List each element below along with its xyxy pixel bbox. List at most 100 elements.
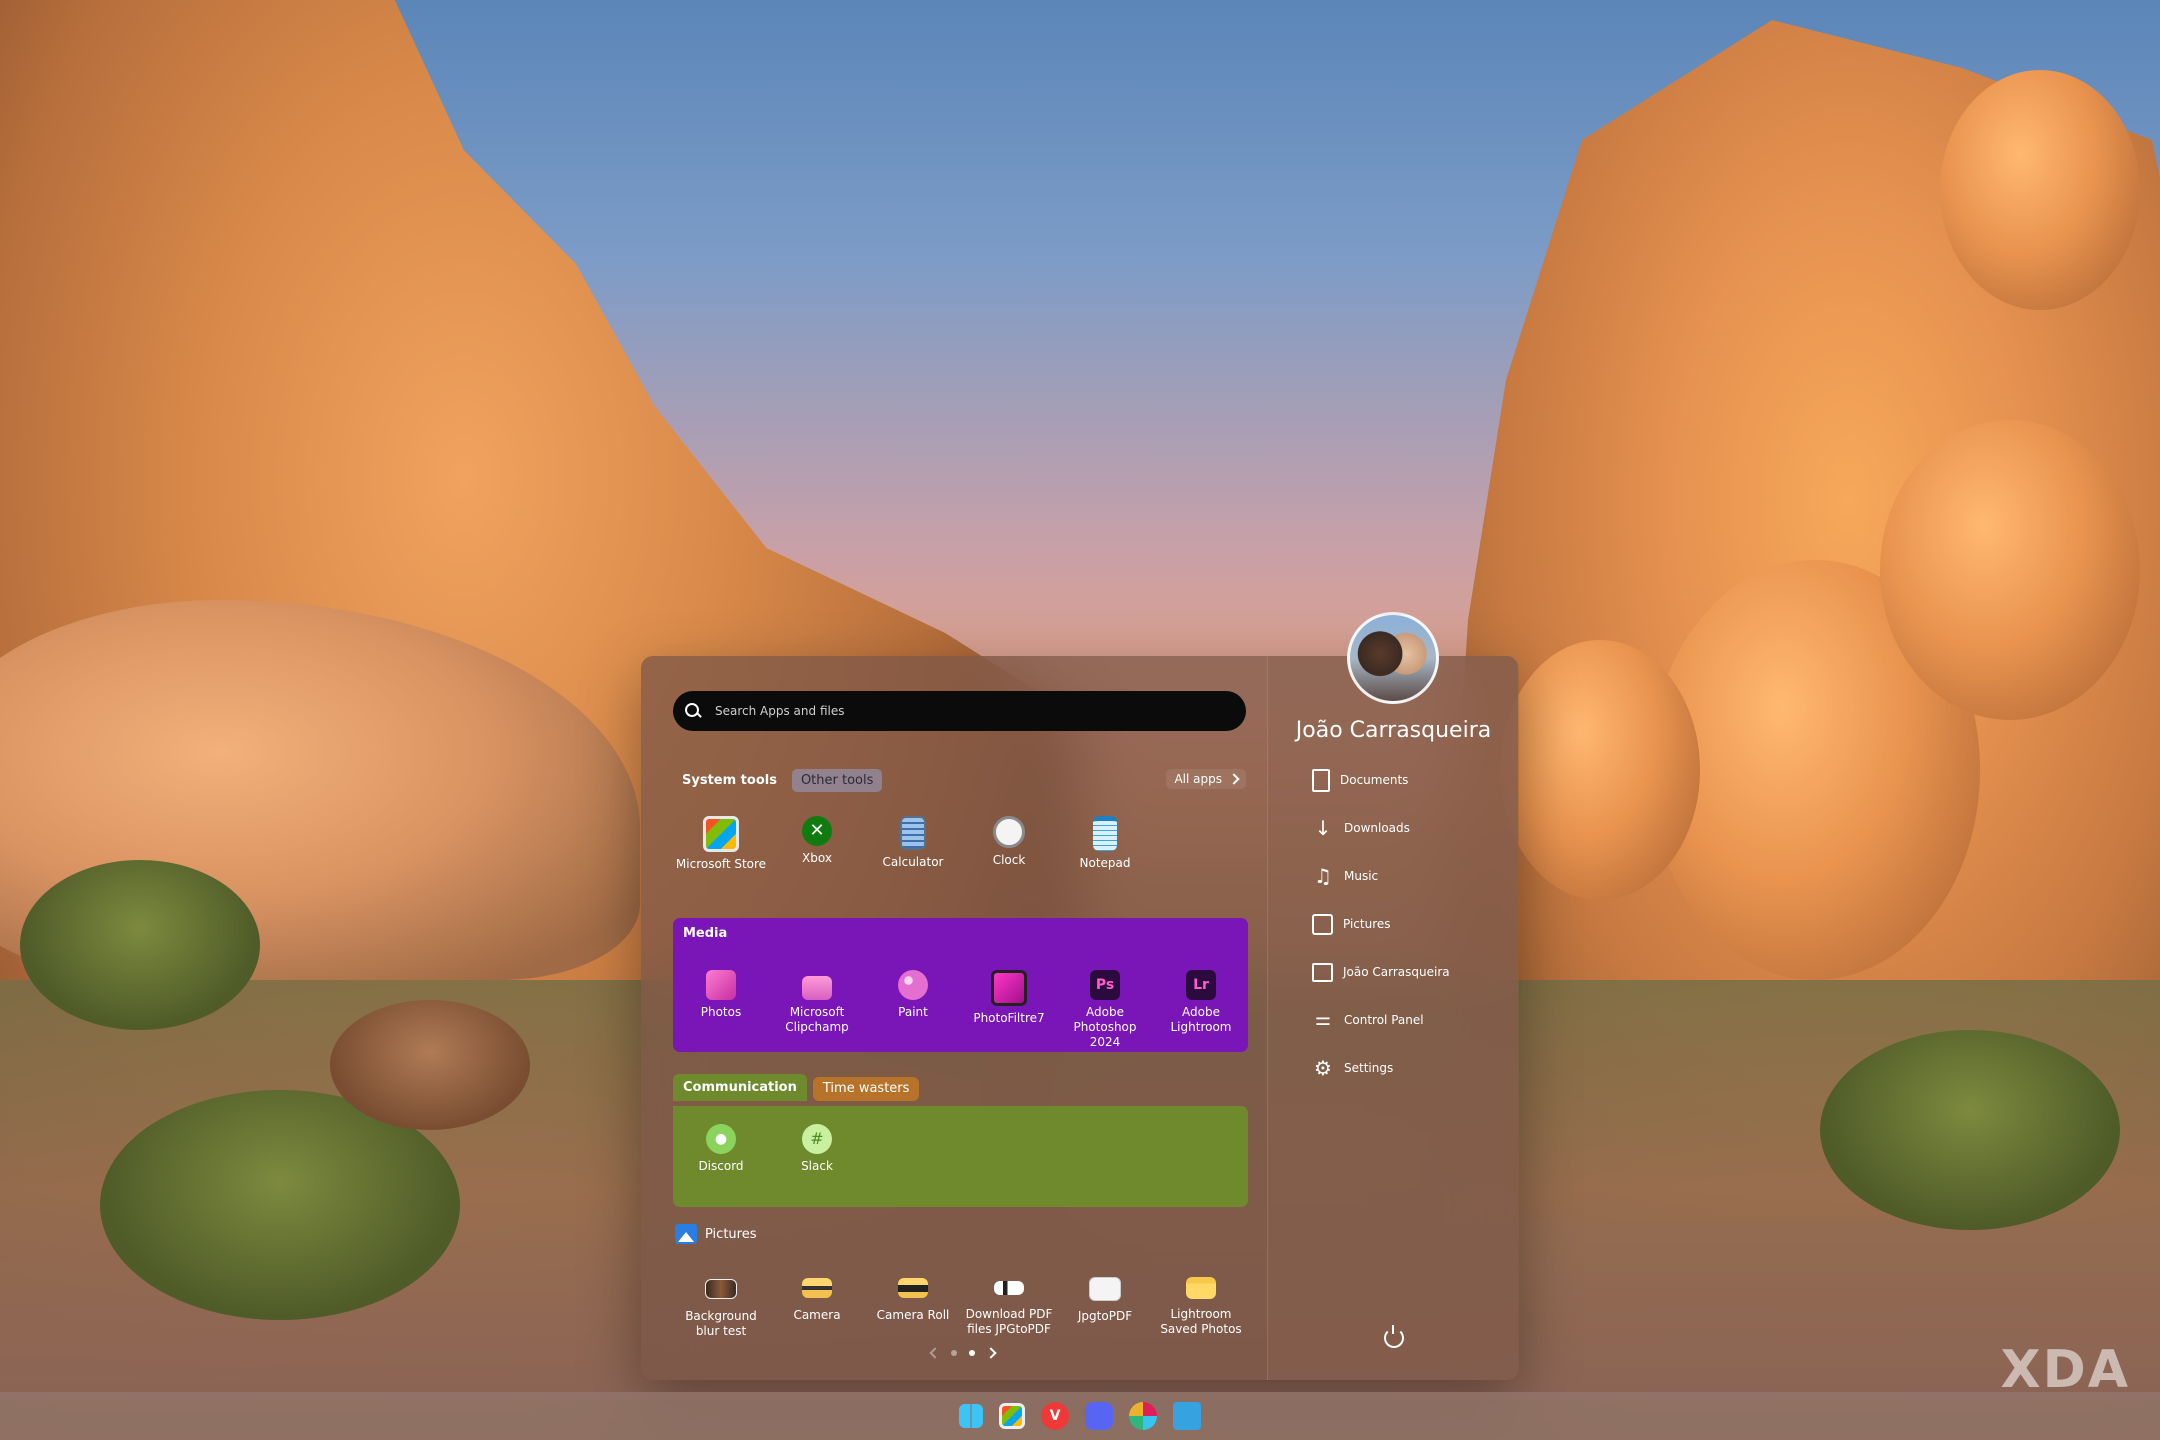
place-label: Pictures — [1343, 917, 1391, 931]
picture-item[interactable]: Background blur test — [673, 1273, 769, 1339]
app-notepad[interactable]: Notepad — [1057, 816, 1153, 872]
photos-icon — [706, 970, 736, 1000]
wallpaper-boulder — [1940, 70, 2140, 310]
app-xbox[interactable]: ✕ Xbox — [769, 816, 865, 872]
tab-communication[interactable]: Communication — [673, 1074, 807, 1101]
picture-item[interactable]: Camera Roll — [865, 1273, 961, 1339]
picture-label: Camera Roll — [876, 1308, 950, 1322]
picture-label: JpgtoPDF — [1077, 1309, 1133, 1323]
store-icon[interactable] — [999, 1403, 1025, 1429]
picture-label: Camera — [793, 1308, 841, 1322]
music-icon: ♫ — [1314, 864, 1332, 888]
start-menu: System tools Other tools All apps Micros… — [641, 656, 1519, 1380]
picture-item[interactable]: Camera — [769, 1273, 865, 1339]
app-label: Microsoft Clipchamp — [785, 1005, 849, 1034]
download-icon: ↓ — [1314, 816, 1332, 840]
picture-item[interactable]: Lightroom Saved Photos — [1153, 1273, 1249, 1339]
media-apps-row: Photos Microsoft Clipchamp Paint PhotoFi… — [673, 970, 1249, 1050]
place-downloads[interactable]: ↓ Downloads — [1312, 804, 1450, 852]
app-photos[interactable]: Photos — [673, 970, 769, 1050]
clock-icon — [993, 816, 1025, 848]
app-photoshop[interactable]: Ps Adobe Photoshop 2024 — [1057, 970, 1153, 1050]
app-microsoft-store[interactable]: Microsoft Store — [673, 816, 769, 872]
chevron-left-icon[interactable] — [929, 1347, 941, 1359]
app-paint[interactable]: Paint — [865, 970, 961, 1050]
image-file-icon — [994, 1281, 1024, 1295]
pictures-header[interactable]: Pictures — [675, 1224, 756, 1244]
wallpaper-boulder — [1500, 640, 1700, 900]
place-pictures[interactable]: Pictures — [1312, 900, 1450, 948]
slack-icon: # — [802, 1124, 832, 1154]
pictures-icon — [675, 1224, 697, 1244]
slack-icon[interactable] — [1129, 1402, 1157, 1430]
app-icon[interactable] — [1173, 1402, 1201, 1430]
app-label: Adobe Photoshop 2024 — [1073, 1005, 1137, 1049]
app-discord[interactable]: ● Discord — [673, 1124, 769, 1174]
place-label: Control Panel — [1344, 1013, 1424, 1027]
discord-icon: ● — [706, 1124, 736, 1154]
page-dot[interactable] — [951, 1350, 957, 1356]
user-folder-icon — [1312, 962, 1333, 982]
image-file-icon — [705, 1279, 737, 1299]
folder-icon — [802, 1278, 832, 1298]
media-group: Media Photos Microsoft Clipchamp Paint P… — [673, 918, 1248, 1052]
search-bar[interactable] — [673, 691, 1246, 731]
power-icon[interactable] — [1384, 1325, 1404, 1348]
app-label: Photos — [700, 1005, 742, 1019]
communication-group: ● Discord # Slack — [673, 1106, 1248, 1207]
place-label: Music — [1344, 869, 1379, 883]
tools-tabs: System tools Other tools All apps — [673, 767, 1246, 793]
app-clock[interactable]: Clock — [961, 816, 1057, 872]
calculator-icon — [900, 816, 926, 850]
vivaldi-icon[interactable]: V — [1041, 1402, 1069, 1430]
user-name[interactable]: João Carrasqueira — [1268, 718, 1519, 743]
discord-icon[interactable] — [1085, 1402, 1113, 1430]
app-lightroom[interactable]: Lr Adobe Lightroom — [1153, 970, 1249, 1050]
chevron-right-icon — [1228, 773, 1240, 785]
windows-start-icon[interactable] — [959, 1404, 983, 1428]
app-label: Paint — [898, 1005, 928, 1019]
tab-system-tools[interactable]: System tools — [673, 769, 786, 792]
wallpaper-boulder — [1880, 420, 2140, 720]
picture-item[interactable]: Download PDF files JPGtoPDF — [961, 1273, 1057, 1339]
app-label: PhotoFiltre7 — [973, 1011, 1045, 1025]
app-calculator[interactable]: Calculator — [865, 816, 961, 872]
place-label: Settings — [1344, 1061, 1394, 1075]
app-label: Calculator — [882, 855, 944, 869]
place-user-folder[interactable]: João Carrasqueira — [1312, 948, 1450, 996]
all-apps-button[interactable]: All apps — [1166, 769, 1246, 789]
gear-icon: ⚙ — [1314, 1056, 1332, 1080]
user-avatar[interactable] — [1347, 612, 1439, 704]
lightroom-icon: Lr — [1186, 970, 1216, 1000]
control-panel-icon: ⚌ — [1314, 1009, 1332, 1030]
wallpaper-bush — [1820, 1030, 2120, 1230]
app-label: Xbox — [802, 851, 832, 865]
picture-icon — [1312, 913, 1333, 935]
app-label: Microsoft Store — [675, 857, 767, 871]
tab-other-tools[interactable]: Other tools — [791, 768, 883, 792]
xbox-icon: ✕ — [802, 816, 832, 846]
place-label: Downloads — [1344, 821, 1410, 835]
tab-time-wasters[interactable]: Time wasters — [812, 1077, 920, 1101]
app-photofiltre[interactable]: PhotoFiltre7 — [961, 970, 1057, 1050]
paint-icon — [898, 970, 928, 1000]
communication-tabs: Communication Time wasters — [673, 1074, 920, 1101]
picture-label: Lightroom Saved Photos — [1160, 1307, 1242, 1336]
app-label: Slack — [801, 1159, 833, 1173]
place-documents[interactable]: Documents — [1312, 756, 1450, 804]
chevron-right-icon[interactable] — [985, 1347, 997, 1359]
page-indicator — [929, 1347, 997, 1359]
app-clipchamp[interactable]: Microsoft Clipchamp — [769, 970, 865, 1050]
place-control-panel[interactable]: ⚌ Control Panel — [1312, 996, 1450, 1044]
place-music[interactable]: ♫ Music — [1312, 852, 1450, 900]
document-icon — [1312, 768, 1330, 792]
start-menu-left-pane: System tools Other tools All apps Micros… — [641, 656, 1267, 1380]
wallpaper-bush — [330, 1000, 530, 1130]
place-settings[interactable]: ⚙ Settings — [1312, 1044, 1450, 1092]
photofiltre-icon — [991, 970, 1027, 1006]
search-input[interactable] — [713, 703, 1237, 719]
page-dot-active[interactable] — [969, 1350, 975, 1356]
picture-item[interactable]: JpgtoPDF — [1057, 1273, 1153, 1339]
app-slack[interactable]: # Slack — [769, 1124, 865, 1174]
app-label: Clock — [992, 853, 1026, 867]
